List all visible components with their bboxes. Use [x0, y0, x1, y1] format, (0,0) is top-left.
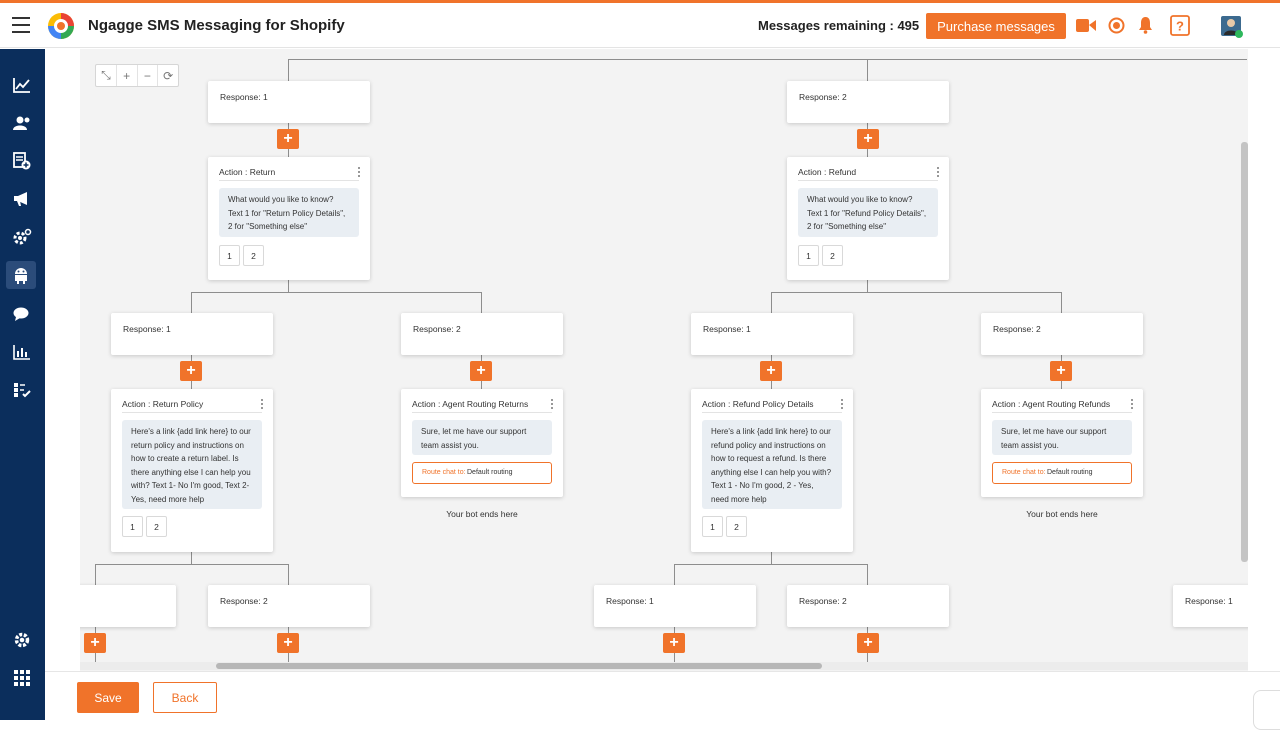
svg-text:?: ?: [1176, 19, 1184, 34]
add-step-button[interactable]: +: [1050, 361, 1072, 381]
add-step-button[interactable]: +: [470, 361, 492, 381]
megaphone-icon[interactable]: [10, 187, 34, 211]
option-button[interactable]: 2: [243, 245, 264, 266]
more-options-icon[interactable]: [936, 166, 940, 178]
option-button[interactable]: 2: [726, 516, 747, 537]
user-avatar[interactable]: [1220, 15, 1244, 39]
message-bubble: What would you like to know? Text 1 for …: [798, 188, 938, 237]
app-logo: [48, 13, 74, 39]
add-step-button[interactable]: +: [84, 633, 106, 653]
automation-settings-icon[interactable]: [10, 225, 34, 249]
route-chat-select[interactable]: Route chat to: Default routing: [412, 462, 552, 484]
response-node[interactable]: Response: 1: [208, 81, 370, 123]
add-step-button[interactable]: +: [663, 633, 685, 653]
record-icon[interactable]: [1108, 17, 1125, 34]
response-node[interactable]: Response: 2: [787, 585, 949, 627]
chat-icon[interactable]: [10, 302, 34, 326]
apps-grid-icon[interactable]: [10, 666, 34, 690]
more-options-icon[interactable]: [840, 398, 844, 410]
option-button[interactable]: 1: [122, 516, 143, 537]
option-button[interactable]: 2: [822, 245, 843, 266]
more-options-icon[interactable]: [1130, 398, 1134, 410]
app-header: Ngagge SMS Messaging for Shopify Message…: [0, 3, 1280, 48]
message-bubble: Here's a link {add link here} to our ret…: [122, 420, 262, 509]
action-node-agent-routing-refunds[interactable]: Action : Agent Routing Refunds Sure, let…: [981, 389, 1143, 497]
add-step-button[interactable]: +: [277, 633, 299, 653]
flow-canvas[interactable]: ⤡ + − ⟳ Response: 1 Response: 2 + + Acti…: [80, 49, 1248, 671]
route-chat-select[interactable]: Route chat to: Default routing: [992, 462, 1132, 484]
message-bubble: Here's a link {add link here} to our ref…: [702, 420, 842, 509]
vertical-scrollbar[interactable]: [1240, 60, 1249, 580]
action-node-refund-policy[interactable]: Action : Refund Policy Details Here's a …: [691, 389, 853, 552]
add-step-button[interactable]: +: [760, 361, 782, 381]
message-bubble: What would you like to know? Text 1 for …: [219, 188, 359, 237]
chat-widget-corner[interactable]: [1253, 690, 1280, 730]
contacts-icon[interactable]: [10, 111, 34, 135]
option-button[interactable]: 2: [146, 516, 167, 537]
response-node[interactable]: Response: 1: [1173, 585, 1248, 627]
option-button[interactable]: 1: [219, 245, 240, 266]
sidebar: [0, 49, 45, 720]
add-step-button[interactable]: +: [857, 129, 879, 149]
menu-icon[interactable]: [12, 17, 30, 33]
purchase-messages-button[interactable]: Purchase messages: [926, 13, 1066, 39]
add-step-button[interactable]: +: [857, 633, 879, 653]
footer-bar: Save Back: [45, 671, 1280, 720]
save-button[interactable]: Save: [77, 682, 139, 713]
app-title: Ngagge SMS Messaging for Shopify: [88, 17, 345, 34]
bell-icon[interactable]: [1138, 16, 1153, 34]
settings-icon[interactable]: [10, 628, 34, 652]
response-node[interactable]: Response: 2: [787, 81, 949, 123]
action-node-agent-routing-returns[interactable]: Action : Agent Routing Returns Sure, let…: [401, 389, 563, 497]
more-options-icon[interactable]: [357, 166, 361, 178]
horizontal-scrollbar[interactable]: [80, 662, 1248, 670]
bot-end-label: Your bot ends here: [1026, 509, 1098, 519]
campaign-add-icon[interactable]: [10, 149, 34, 173]
message-bubble: Sure, let me have our support team assis…: [412, 420, 552, 455]
zoom-in-icon[interactable]: +: [117, 65, 138, 86]
zoom-controls: ⤡ + − ⟳: [95, 64, 179, 87]
bot-icon[interactable]: [6, 261, 36, 289]
reset-view-icon[interactable]: ⟳: [158, 65, 178, 86]
action-node-return[interactable]: Action : Return What would you like to k…: [208, 157, 370, 280]
analytics-icon[interactable]: [10, 73, 34, 97]
response-node[interactable]: Response: 2: [208, 585, 370, 627]
add-step-button[interactable]: +: [180, 361, 202, 381]
option-button[interactable]: 1: [798, 245, 819, 266]
response-node[interactable]: [80, 585, 176, 627]
message-bubble: Sure, let me have our support team assis…: [992, 420, 1132, 455]
action-node-return-policy[interactable]: Action : Return Policy Here's a link {ad…: [111, 389, 273, 552]
option-button[interactable]: 1: [702, 516, 723, 537]
back-button[interactable]: Back: [153, 682, 217, 713]
video-icon[interactable]: [1076, 18, 1096, 33]
more-options-icon[interactable]: [550, 398, 554, 410]
response-node[interactable]: Response: 1: [594, 585, 756, 627]
help-icon[interactable]: ?: [1170, 15, 1190, 36]
fit-view-icon[interactable]: ⤡: [96, 65, 117, 86]
zoom-out-icon[interactable]: −: [138, 65, 159, 86]
response-node[interactable]: Response: 1: [691, 313, 853, 355]
response-node[interactable]: Response: 2: [401, 313, 563, 355]
response-node[interactable]: Response: 1: [111, 313, 273, 355]
more-options-icon[interactable]: [260, 398, 264, 410]
response-node[interactable]: Response: 2: [981, 313, 1143, 355]
checklist-icon[interactable]: [10, 378, 34, 402]
messages-remaining: Messages remaining : 495: [758, 18, 920, 33]
add-step-button[interactable]: +: [277, 129, 299, 149]
action-node-refund[interactable]: Action : Refund What would you like to k…: [787, 157, 949, 280]
reports-icon[interactable]: [10, 340, 34, 364]
bot-end-label: Your bot ends here: [446, 509, 518, 519]
